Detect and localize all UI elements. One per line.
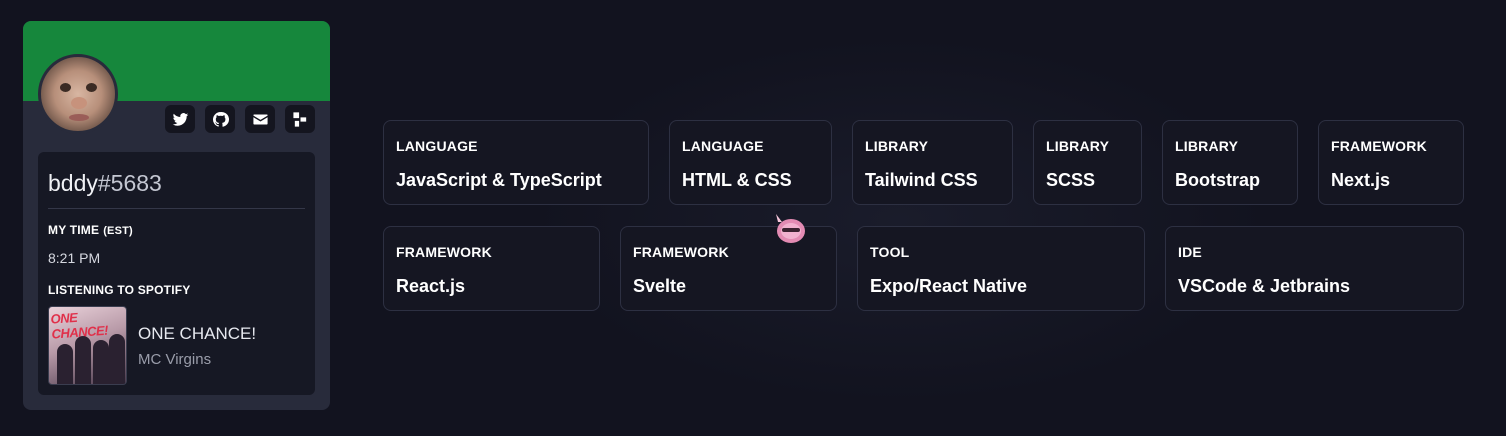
tech-name: Tailwind CSS xyxy=(865,170,978,190)
avatar-nose xyxy=(71,97,87,109)
tech-category: LIBRARY xyxy=(865,138,929,154)
profile-info-panel: bddy#5683 MY TIME (EST) 8:21 PM LISTENING… xyxy=(38,152,315,395)
tech-name: VSCode & Jetbrains xyxy=(1178,276,1351,296)
tech-category: TOOL xyxy=(870,244,910,260)
tech-name: React.js xyxy=(396,276,466,296)
website-link[interactable] xyxy=(285,105,315,133)
tech-card: LIBRARY Tailwind CSS xyxy=(852,120,1013,205)
tech-name: Svelte xyxy=(633,276,687,296)
tech-category: LANGUAGE xyxy=(682,138,764,154)
album-art[interactable]: ONE CHANCE! xyxy=(48,306,127,385)
avatar-eye-right xyxy=(86,83,97,92)
tech-card: TOOL Expo/React Native xyxy=(857,226,1145,311)
tech-category: IDE xyxy=(1178,244,1202,260)
time-label: MY TIME (EST) xyxy=(48,223,133,237)
twitter-icon xyxy=(172,112,188,126)
tech-card: FRAMEWORK Next.js xyxy=(1318,120,1464,205)
avatar-mouth xyxy=(69,114,89,121)
username: bddy#5683 xyxy=(48,170,162,197)
mail-icon xyxy=(252,114,268,124)
tech-name: Bootstrap xyxy=(1175,170,1260,190)
tech-card: LANGUAGE HTML & CSS xyxy=(669,120,832,205)
tech-card: LANGUAGE JavaScript & TypeScript xyxy=(383,120,649,205)
email-link[interactable] xyxy=(245,105,275,133)
website-icon xyxy=(292,111,306,127)
github-link[interactable] xyxy=(205,105,235,133)
album-figure xyxy=(93,340,109,384)
tech-category: FRAMEWORK xyxy=(633,244,729,260)
tech-category: FRAMEWORK xyxy=(396,244,492,260)
avatar xyxy=(38,54,118,134)
tech-name: Next.js xyxy=(1331,170,1391,190)
tech-card: LIBRARY Bootstrap xyxy=(1162,120,1298,205)
username-name: bddy xyxy=(48,170,98,196)
tech-name: SCSS xyxy=(1046,170,1096,190)
tech-card: LIBRARY SCSS xyxy=(1033,120,1142,205)
social-links xyxy=(165,105,315,133)
tech-card: IDE VSCode & Jetbrains xyxy=(1165,226,1464,311)
tech-category: FRAMEWORK xyxy=(1331,138,1427,154)
spotify-label: LISTENING TO SPOTIFY xyxy=(48,283,191,297)
username-discriminator: #5683 xyxy=(97,170,162,196)
tech-category: LANGUAGE xyxy=(396,138,478,154)
tech-name: HTML & CSS xyxy=(682,170,792,190)
track-title[interactable]: ONE CHANCE! xyxy=(138,324,256,344)
album-figure xyxy=(57,344,73,384)
profile-card: bddy#5683 MY TIME (EST) 8:21 PM LISTENING… xyxy=(23,21,330,410)
tech-name: Expo/React Native xyxy=(870,276,1028,296)
cursor-icon xyxy=(776,214,805,243)
tech-category: LIBRARY xyxy=(1175,138,1239,154)
local-time: 8:21 PM xyxy=(48,250,101,266)
avatar-eye-left xyxy=(60,83,71,92)
album-figure xyxy=(75,336,91,384)
github-icon xyxy=(212,111,229,127)
tech-card: FRAMEWORK React.js xyxy=(383,226,600,311)
twitter-link[interactable] xyxy=(165,105,195,133)
album-figure xyxy=(109,334,125,384)
tech-name: JavaScript & TypeScript xyxy=(396,170,602,190)
time-zone: (EST) xyxy=(103,225,133,237)
tech-category: LIBRARY xyxy=(1046,138,1110,154)
track-artist[interactable]: MC Virgins xyxy=(138,351,211,368)
divider xyxy=(48,208,305,209)
time-label-text: MY TIME xyxy=(48,223,100,237)
